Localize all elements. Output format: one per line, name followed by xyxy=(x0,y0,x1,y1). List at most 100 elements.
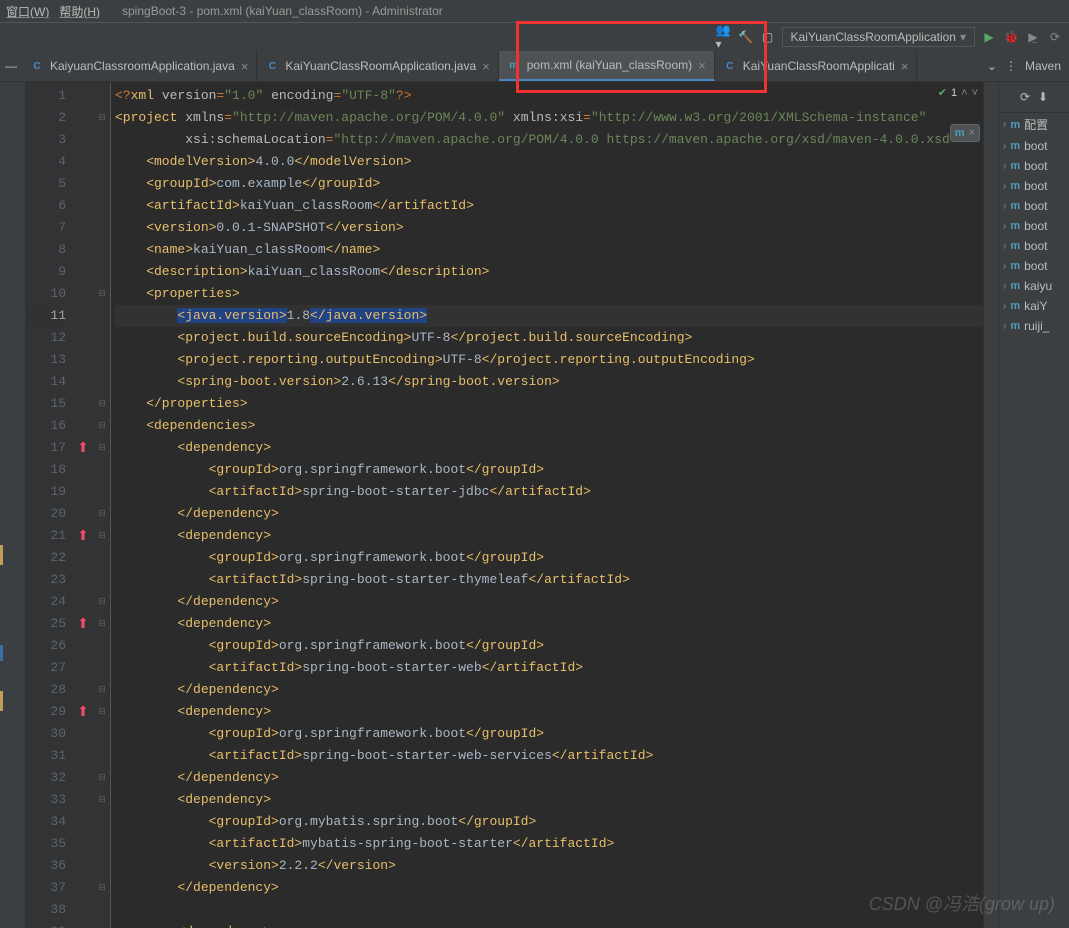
code-line[interactable]: <modelVersion>4.0.0</modelVersion> xyxy=(115,151,983,173)
code-line[interactable]: <properties> xyxy=(115,283,983,305)
reader-mode-floater[interactable]: m × xyxy=(950,124,980,142)
fold-icon[interactable]: ⊟ xyxy=(94,415,110,437)
code-line[interactable]: <dependency> xyxy=(115,525,983,547)
fold-icon[interactable]: ⊟ xyxy=(94,437,110,459)
code-line[interactable] xyxy=(115,899,983,921)
code-line[interactable]: xsi:schemaLocation="http://maven.apache.… xyxy=(115,129,983,151)
code-line[interactable]: <dependency> xyxy=(115,613,983,635)
code-line[interactable]: </dependency> xyxy=(115,503,983,525)
fold-icon[interactable]: ⊟ xyxy=(94,283,110,305)
code-line[interactable]: <dependency> xyxy=(115,789,983,811)
code-line[interactable]: <groupId>org.springframework.boot</group… xyxy=(115,635,983,657)
code-line[interactable]: <groupId>org.springframework.boot</group… xyxy=(115,547,983,569)
tab-more-icon[interactable]: ⋮ xyxy=(1005,59,1017,73)
maven-module-item[interactable]: ›mboot xyxy=(999,196,1069,216)
maven-icon: m xyxy=(1010,240,1020,252)
download-icon[interactable]: ⬇ xyxy=(1038,90,1048,104)
code-line[interactable]: <artifactId>spring-boot-starter-web-serv… xyxy=(115,745,983,767)
close-icon[interactable]: × xyxy=(901,59,909,74)
implement-icon[interactable]: ⬆ xyxy=(77,440,89,457)
code-line[interactable]: <groupId>org.springframework.boot</group… xyxy=(115,459,983,481)
window-title: spingBoot-3 - pom.xml (kaiYuan_classRoom… xyxy=(122,4,443,18)
code-line[interactable]: <name>kaiYuan_classRoom</name> xyxy=(115,239,983,261)
code-line[interactable]: <artifactId>mybatis-spring-boot-starter<… xyxy=(115,833,983,855)
profile-icon[interactable]: ⟳ xyxy=(1047,29,1063,45)
tab-label: pom.xml (kaiYuan_classRoom) xyxy=(527,58,692,72)
maven-module-item[interactable]: ›mboot xyxy=(999,176,1069,196)
maven-tool-window[interactable]: ⟳ ⬇ ›m配置›mboot›mboot›mboot›mboot›mboot›m… xyxy=(998,82,1069,928)
run-icon[interactable]: ▶ xyxy=(981,29,997,45)
maven-module-item[interactable]: ›mruiji_ xyxy=(999,316,1069,336)
code-line[interactable]: </dependency> xyxy=(115,767,983,789)
code-line[interactable]: <artifactId>kaiYuan_classRoom</artifactI… xyxy=(115,195,983,217)
code-line[interactable]: <project.reporting.outputEncoding>UTF-8<… xyxy=(115,349,983,371)
code-line[interactable]: <description>kaiYuan_classRoom</descript… xyxy=(115,261,983,283)
editor-tab[interactable]: CKaiYuanClassRoomApplicati× xyxy=(715,51,918,81)
fold-icon[interactable]: ⊟ xyxy=(94,525,110,547)
code-line[interactable]: <?xml version="1.0" encoding="UTF-8"?> xyxy=(115,85,983,107)
fold-icon[interactable]: ⊟ xyxy=(94,701,110,723)
implement-icon[interactable]: ⬆ xyxy=(77,528,89,545)
fold-icon[interactable]: ⊟ xyxy=(94,107,110,129)
code-line[interactable]: <groupId>com.example</groupId> xyxy=(115,173,983,195)
code-with-me-icon[interactable]: 👥▾ xyxy=(716,29,732,45)
code-line[interactable]: <spring-boot.version>2.6.13</spring-boot… xyxy=(115,371,983,393)
code-line[interactable]: <artifactId>spring-boot-starter-web</art… xyxy=(115,657,983,679)
maven-module-item[interactable]: ›mboot xyxy=(999,256,1069,276)
maven-module-item[interactable]: ›mboot xyxy=(999,216,1069,236)
code-line[interactable]: <artifactId>spring-boot-starter-jdbc</ar… xyxy=(115,481,983,503)
maven-module-item[interactable]: ›mboot xyxy=(999,136,1069,156)
code-line[interactable]: <groupId>org.springframework.boot</group… xyxy=(115,723,983,745)
close-icon[interactable]: × xyxy=(241,59,249,74)
close-icon[interactable]: × xyxy=(698,58,706,73)
fold-icon[interactable]: ⊟ xyxy=(94,613,110,635)
implement-icon[interactable]: ⬆ xyxy=(77,616,89,633)
menu-help[interactable]: 帮助(H) xyxy=(59,3,100,20)
maven-module-item[interactable]: ›m配置 xyxy=(999,113,1069,136)
code-line[interactable]: <artifactId>spring-boot-starter-thymelea… xyxy=(115,569,983,591)
chevron-down-icon[interactable]: ˅ xyxy=(972,87,978,99)
maven-module-item[interactable]: ›mkaiyu xyxy=(999,276,1069,296)
close-icon[interactable]: × xyxy=(969,127,975,139)
run-config-icon[interactable]: ▢ xyxy=(760,29,776,45)
code-line[interactable]: <project.build.sourceEncoding>UTF-8</pro… xyxy=(115,327,983,349)
code-editor[interactable]: 1234567891011121314151617181920212223242… xyxy=(26,82,998,928)
code-line[interactable]: <version>0.0.1-SNAPSHOT</version> xyxy=(115,217,983,239)
project-tool-collapse-icon[interactable]: — xyxy=(0,51,22,81)
maven-module-item[interactable]: ›mkaiY xyxy=(999,296,1069,316)
maven-module-item[interactable]: ›mboot xyxy=(999,156,1069,176)
code-line[interactable]: <dependency> xyxy=(115,921,983,928)
code-line[interactable]: </dependency> xyxy=(115,679,983,701)
code-line[interactable]: </properties> xyxy=(115,393,983,415)
code-line[interactable]: </dependency> xyxy=(115,877,983,899)
code-line[interactable]: <version>2.2.2</version> xyxy=(115,855,983,877)
chevron-up-icon[interactable]: ˄ xyxy=(961,87,967,99)
code-line[interactable]: <groupId>org.mybatis.spring.boot</groupI… xyxy=(115,811,983,833)
fold-icon[interactable]: ⊟ xyxy=(94,921,110,928)
code-line[interactable]: <dependencies> xyxy=(115,415,983,437)
editor-tab[interactable]: mpom.xml (kaiYuan_classRoom)× xyxy=(499,51,715,81)
menu-window[interactable]: 窗口(W) xyxy=(6,3,49,20)
inspection-widget[interactable]: ✔ 1 ˄ ˅ xyxy=(938,86,978,99)
build-icon[interactable]: 🔨 xyxy=(738,29,754,45)
run-configuration-select[interactable]: KaiYuanClassRoomApplication▾ xyxy=(782,27,975,47)
maven-module-item[interactable]: ›mboot xyxy=(999,236,1069,256)
tab-dropdown-icon[interactable]: ⌄ xyxy=(987,59,997,73)
fold-icon[interactable]: ⊟ xyxy=(94,789,110,811)
code-line[interactable]: <java.version>1.8</java.version> xyxy=(115,305,983,327)
implement-icon[interactable]: ⬆ xyxy=(77,704,89,721)
coverage-icon[interactable]: ▶̤ xyxy=(1025,29,1041,45)
close-icon[interactable]: × xyxy=(482,59,490,74)
debug-icon[interactable]: 🐞 xyxy=(1003,29,1019,45)
maven-tool-label[interactable]: Maven xyxy=(1025,59,1061,73)
code-line[interactable]: </dependency> xyxy=(115,591,983,613)
editor-tab[interactable]: CKaiyuanClassroomApplication.java× xyxy=(22,51,257,81)
module-label: boot xyxy=(1024,139,1047,153)
menu-bar: 窗口(W) 帮助(H) spingBoot-3 - pom.xml (kaiYu… xyxy=(0,0,1069,22)
code-line[interactable]: <dependency> xyxy=(115,437,983,459)
refresh-icon[interactable]: ⟳ xyxy=(1020,90,1030,104)
code-line[interactable]: <dependency> xyxy=(115,701,983,723)
editor-scrollbar[interactable] xyxy=(983,82,998,928)
editor-tab[interactable]: CKaiYuanClassRoomApplication.java× xyxy=(257,51,498,81)
code-line[interactable]: <project xmlns="http://maven.apache.org/… xyxy=(115,107,983,129)
